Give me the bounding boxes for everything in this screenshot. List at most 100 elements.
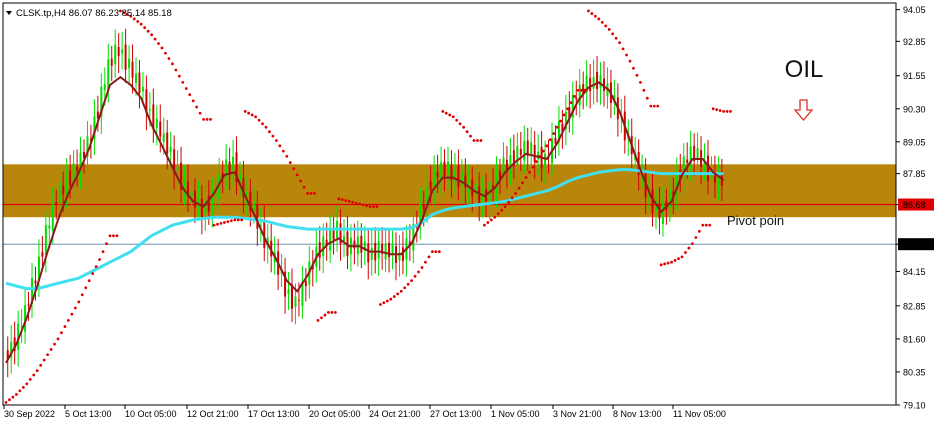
sar-dot <box>77 300 81 304</box>
sar-dot <box>545 144 549 148</box>
sar-dot <box>493 215 497 219</box>
sar-dot <box>541 149 545 153</box>
sar-dot <box>701 223 705 227</box>
candle-body <box>159 121 162 137</box>
sar-dot <box>247 111 251 115</box>
sar-dot <box>590 12 594 15</box>
candle-body <box>592 76 595 89</box>
sar-dot <box>261 122 264 126</box>
sar-dot <box>209 117 212 121</box>
sar-dot <box>87 279 91 283</box>
sar-dot <box>656 104 660 108</box>
instrument-label: OIL <box>785 56 824 83</box>
price-chart[interactable]: 94.05 92.85 91.55 90.30 89.05 87.85 86.68 85.18… <box>0 0 942 430</box>
sar-dot <box>313 192 316 195</box>
price-tick-label: 82.85 <box>903 301 926 311</box>
sar-dot <box>53 342 56 346</box>
sar-dot <box>621 47 625 51</box>
sar-dot <box>444 111 448 115</box>
sar-dot <box>635 73 639 77</box>
candle-body <box>332 229 335 240</box>
sar-dot <box>632 66 635 70</box>
price-tick-label: 81.60 <box>903 334 926 344</box>
sar-dot <box>382 301 386 305</box>
sar-dot <box>562 113 566 117</box>
candle-body <box>48 225 51 229</box>
sar-dot <box>715 108 719 112</box>
price-tick-label: 86.68 <box>903 200 926 210</box>
sar-dot <box>573 95 576 98</box>
sar-dot <box>365 204 368 208</box>
sar-dot <box>42 358 46 362</box>
sar-dot <box>611 32 615 36</box>
sar-dot <box>233 218 237 222</box>
candle-body <box>523 141 526 161</box>
sar-dot <box>226 220 230 224</box>
sar-dot <box>98 258 101 261</box>
pivot-label: Pivot poin <box>727 213 784 228</box>
sar-dot <box>455 118 459 122</box>
sar-dot <box>67 318 70 322</box>
candle-body <box>297 299 300 301</box>
candle-body <box>436 171 439 178</box>
sar-dot <box>150 33 154 37</box>
candle-body <box>141 86 144 92</box>
time-tick-label: 24 Oct 21:00 <box>369 409 421 419</box>
sar-dot <box>275 139 278 142</box>
sar-dot <box>503 205 507 209</box>
sar-dot <box>385 299 389 303</box>
sar-dot <box>524 176 528 179</box>
sar-dot <box>236 218 240 222</box>
sar-dot <box>406 282 410 286</box>
candle-body <box>287 289 290 295</box>
candle-body <box>232 156 235 171</box>
sar-dot <box>257 118 261 122</box>
candle-body <box>318 242 321 258</box>
candle-body <box>166 132 169 155</box>
candle-body <box>214 193 217 195</box>
candle-body <box>453 170 456 178</box>
candle-body <box>322 236 325 257</box>
sar-dot <box>680 255 684 259</box>
candle-body <box>353 240 356 249</box>
sar-dot <box>153 37 157 41</box>
sar-dot <box>56 337 60 341</box>
sar-dot <box>164 51 167 55</box>
candle-body <box>460 172 463 186</box>
time-tick-label: 10 Oct 05:00 <box>125 409 177 419</box>
candle-body <box>176 167 179 170</box>
sar-dot <box>483 223 486 227</box>
sar-dot <box>399 289 403 293</box>
sar-dot <box>351 200 355 204</box>
candle-body <box>575 97 578 100</box>
time-tick-label: 17 Oct 13:00 <box>248 409 300 419</box>
sar-dot <box>639 80 642 84</box>
sar-dot <box>288 161 292 164</box>
sar-dot <box>587 9 590 13</box>
sar-dot <box>21 385 25 389</box>
sar-dot <box>410 279 413 283</box>
candle-body <box>429 181 432 190</box>
sar-dot <box>268 130 271 134</box>
sar-dot <box>583 88 587 92</box>
candle-body <box>377 241 380 259</box>
sar-dot <box>35 369 39 373</box>
sar-dot <box>4 400 8 404</box>
sar-dot <box>708 223 712 227</box>
candle-body <box>370 247 373 260</box>
time-tick-label: 12 Oct 21:00 <box>187 409 239 419</box>
sar-dot <box>327 311 330 314</box>
candle-body <box>343 236 345 242</box>
price-tick-label: 87.85 <box>903 169 926 179</box>
sar-dot <box>254 115 257 119</box>
sar-dot <box>618 41 621 45</box>
sar-dot <box>216 222 219 226</box>
candle-body <box>596 71 599 90</box>
sar-dot <box>666 261 670 265</box>
time-tick-label: 5 Oct 13:00 <box>65 409 112 419</box>
candle-body <box>124 44 127 70</box>
sar-dot <box>281 149 285 153</box>
sar-dot <box>645 96 649 100</box>
sar-dot <box>25 382 29 386</box>
sar-dot <box>39 363 43 367</box>
